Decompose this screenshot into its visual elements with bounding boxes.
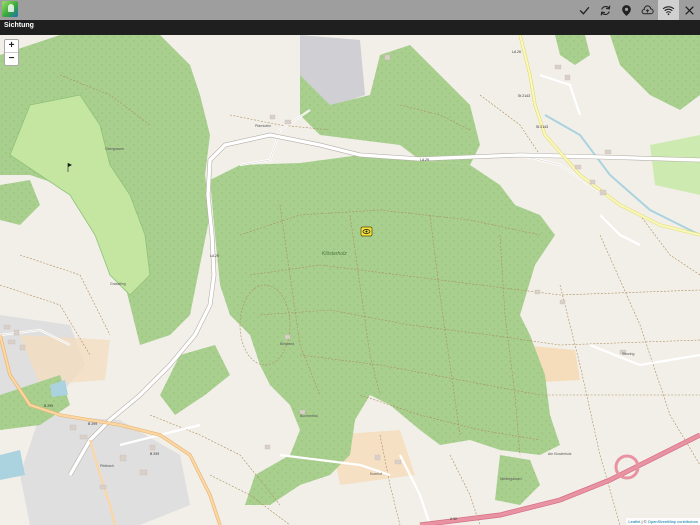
road-label-la29: LA 29 xyxy=(420,158,429,162)
zoom-out-button[interactable]: − xyxy=(5,52,18,65)
map-attribution: Leaflet | © OpenStreetMap contributors xyxy=(626,518,700,525)
place-label: Am Klosterholz xyxy=(548,452,572,456)
app-bar xyxy=(0,0,700,20)
wifi-icon xyxy=(662,5,675,15)
road-label-st2143: St 2143 xyxy=(518,94,530,98)
close-icon xyxy=(685,5,694,15)
road-label-a92: A 92 xyxy=(450,517,457,521)
place-label: Buchenthal xyxy=(300,414,318,418)
zoom-control: + − xyxy=(4,39,19,66)
road-label-la26: LA 26 xyxy=(512,50,521,54)
locate-button[interactable] xyxy=(616,0,637,20)
app-logo xyxy=(2,1,18,17)
place-label: Kumhof xyxy=(370,472,382,476)
road-label-b299: B 299 xyxy=(150,452,159,456)
wifi-toggle-button[interactable] xyxy=(658,0,679,20)
sync-icon xyxy=(600,5,611,15)
leaflet-link[interactable]: Leaflet xyxy=(628,519,640,524)
close-button[interactable] xyxy=(679,0,700,20)
cloud-upload-icon xyxy=(641,4,654,14)
forest-label: Klösterholz xyxy=(322,251,347,257)
osm-link[interactable]: OpenStreetMap contributors xyxy=(648,519,698,524)
map[interactable]: LA 29 LA 29 LA 26 St 2143 St 2143 B 299 … xyxy=(0,35,700,525)
place-label: Pfettrach xyxy=(100,464,114,468)
road-label-b299: B 299 xyxy=(44,404,53,408)
place-label: Niedergassen xyxy=(500,477,522,481)
attribution-separator: | © xyxy=(640,519,648,524)
upload-button[interactable] xyxy=(637,0,658,20)
road-label-st2143: St 2143 xyxy=(536,125,548,129)
toolbar xyxy=(574,0,700,20)
road-label-la29: LA 29 xyxy=(210,254,219,258)
location-pin-icon xyxy=(622,4,631,16)
map-tiles[interactable]: LA 29 LA 29 LA 26 St 2143 St 2143 B 299 … xyxy=(0,35,700,525)
place-label: Obergossen xyxy=(105,147,124,151)
page-title: Sichtung xyxy=(4,22,34,29)
confirm-button[interactable] xyxy=(574,0,595,20)
title-bar: Sichtung xyxy=(0,20,700,35)
sync-button[interactable] xyxy=(595,0,616,20)
place-label: Bleiwand xyxy=(280,342,294,346)
road-label-b299: B 299 xyxy=(88,422,97,426)
place-label: Stinzing xyxy=(622,352,635,356)
check-icon xyxy=(579,6,590,15)
place-label: Pfarrkofen xyxy=(255,124,271,128)
place-label: Grasslfing xyxy=(110,282,126,286)
zoom-in-button[interactable]: + xyxy=(5,40,18,52)
sighting-marker[interactable] xyxy=(360,226,373,237)
